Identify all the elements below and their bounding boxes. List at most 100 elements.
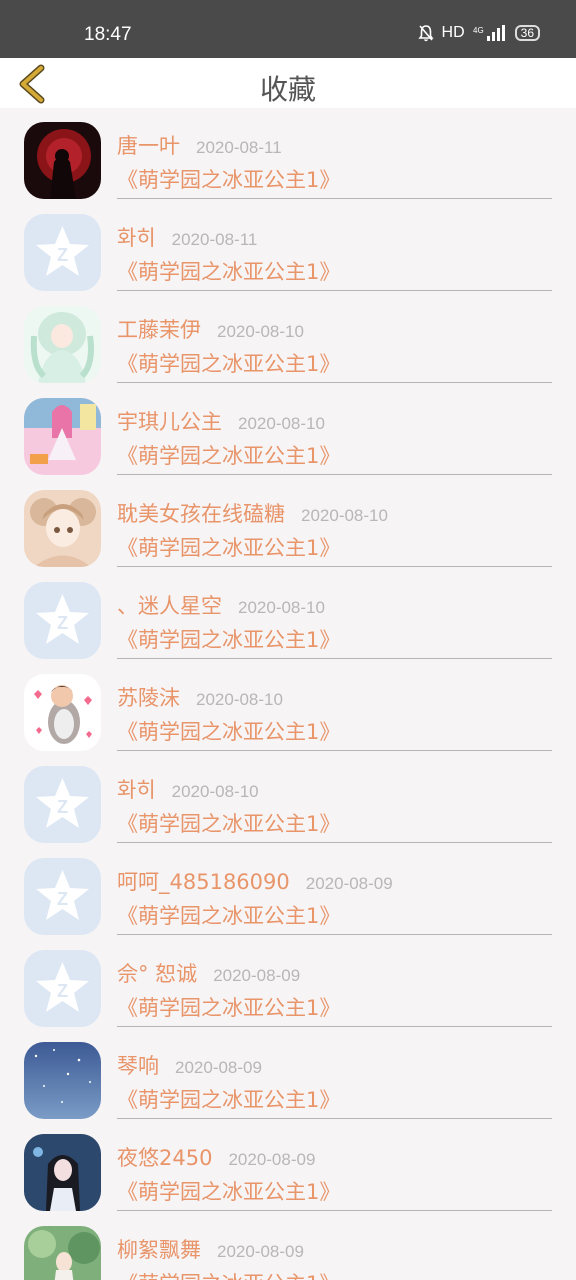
user-name[interactable]: 苏陵沫 <box>117 682 180 712</box>
user-name[interactable]: 琴响 <box>117 1050 159 1080</box>
divider <box>117 750 552 751</box>
item-meta: 화히 2020-08-10 <box>117 774 259 804</box>
list-item-11[interactable]: 夜悠2450 2020-08-09 《萌学园之冰亚公主1》 <box>0 1120 576 1212</box>
work-title[interactable]: 《萌学园之冰亚公主1》 <box>117 440 340 470</box>
user-name[interactable]: 唐一叶 <box>117 130 180 160</box>
list-item-5[interactable]: Z 、迷人星空 2020-08-10 《萌学园之冰亚公主1》 <box>0 568 576 660</box>
item-meta: 耽美女孩在线磕糖 2020-08-10 <box>117 498 388 528</box>
item-meta: 夜悠2450 2020-08-09 <box>117 1142 315 1172</box>
svg-text:Z: Z <box>57 797 68 817</box>
item-meta: 唐一叶 2020-08-11 <box>117 130 282 160</box>
dark-anime-girl-avatar[interactable] <box>24 1134 101 1211</box>
list-item-4[interactable]: 耽美女孩在线磕糖 2020-08-10 《萌学园之冰亚公主1》 <box>0 476 576 568</box>
user-name[interactable]: 宇琪儿公主 <box>117 406 222 436</box>
peach-anime-girl-avatar[interactable] <box>24 490 101 567</box>
user-name[interactable]: 柳絮飘舞 <box>117 1234 201 1264</box>
user-name[interactable]: 呵呵_485186090 <box>117 866 290 896</box>
app-header: 收藏 <box>0 58 576 108</box>
user-name[interactable]: 工藤茉伊 <box>117 314 201 344</box>
item-meta: 화히 2020-08-11 <box>117 222 257 252</box>
default-qq-star-avatar[interactable]: Z <box>24 766 101 843</box>
status-bar: 18:47 HD 4G 36 <box>0 0 576 58</box>
hd-indicator: HD <box>441 24 465 41</box>
svg-text:Z: Z <box>57 245 68 265</box>
divider <box>117 1210 552 1211</box>
work-title[interactable]: 《萌学园之冰亚公主1》 <box>117 992 340 1022</box>
green-garden-girl-avatar[interactable] <box>24 1226 101 1280</box>
work-title[interactable]: 《萌学园之冰亚公主1》 <box>117 1084 340 1114</box>
user-name[interactable]: 화히 <box>117 774 156 804</box>
divider <box>117 198 552 199</box>
item-meta: 佘° 恕诚 2020-08-09 <box>117 958 300 988</box>
item-meta: 、迷人星空 2020-08-10 <box>117 590 325 620</box>
item-date: 2020-08-11 <box>171 230 258 249</box>
work-title[interactable]: 《萌学园之冰亚公主1》 <box>117 900 340 930</box>
battery-icon: 36 <box>514 25 540 41</box>
divider <box>117 382 552 383</box>
item-date: 2020-08-09 <box>228 1150 316 1169</box>
page-title: 收藏 <box>259 73 316 106</box>
svg-text:Z: Z <box>57 889 68 909</box>
list-item-7[interactable]: Z 화히 2020-08-10 《萌学园之冰亚公主1》 <box>0 752 576 844</box>
bell-muted-icon <box>417 24 434 42</box>
default-qq-star-avatar[interactable]: Z <box>24 950 101 1027</box>
item-date: 2020-08-09 <box>217 1242 304 1261</box>
list-item-3[interactable]: 宇琪儿公主 2020-08-10 《萌学园之冰亚公主1》 <box>0 384 576 476</box>
work-title[interactable]: 《萌学园之冰亚公主1》 <box>117 1268 340 1280</box>
divider <box>117 1026 552 1027</box>
user-name[interactable]: 耽美女孩在线磕糖 <box>117 498 285 528</box>
item-date: 2020-08-11 <box>196 138 282 157</box>
favorites-list: 唐一叶 2020-08-11 《萌学园之冰亚公主1》 Z 화히 2020-08-… <box>0 108 576 1280</box>
svg-text:Z: Z <box>57 613 68 633</box>
user-name[interactable]: 夜悠2450 <box>117 1142 212 1172</box>
default-qq-star-avatar[interactable]: Z <box>24 582 101 659</box>
divider <box>117 566 552 567</box>
item-date: 2020-08-09 <box>213 966 301 985</box>
list-item-10[interactable]: 琴响 2020-08-09 《萌学园之冰亚公主1》 <box>0 1028 576 1120</box>
blue-starry-sky-avatar[interactable] <box>24 1042 101 1119</box>
work-title[interactable]: 《萌学园之冰亚公主1》 <box>117 256 340 286</box>
default-qq-star-avatar[interactable]: Z <box>24 858 101 935</box>
work-title[interactable]: 《萌学园之冰亚公主1》 <box>117 348 340 378</box>
list-item-0[interactable]: 唐一叶 2020-08-11 《萌学园之冰亚公主1》 <box>0 108 576 200</box>
item-meta: 工藤茉伊 2020-08-10 <box>117 314 304 344</box>
pink-room-doll-avatar[interactable] <box>24 398 101 475</box>
svg-text:4G: 4G <box>473 26 484 35</box>
work-title[interactable]: 《萌学园之冰亚公主1》 <box>117 164 340 194</box>
divider <box>117 474 552 475</box>
work-title[interactable]: 《萌学园之冰亚公主1》 <box>117 716 340 746</box>
divider <box>117 934 552 935</box>
user-name[interactable]: 화히 <box>117 222 156 252</box>
divider <box>117 842 552 843</box>
work-title[interactable]: 《萌学园之冰亚公主1》 <box>117 1176 340 1206</box>
divider <box>117 658 552 659</box>
list-item-6[interactable]: 苏陵沫 2020-08-10 《萌学园之冰亚公主1》 <box>0 660 576 752</box>
list-item-12[interactable]: 柳絮飘舞 2020-08-09 《萌学园之冰亚公主1》 <box>0 1212 576 1280</box>
user-name[interactable]: 、迷人星空 <box>117 590 222 620</box>
list-item-9[interactable]: Z 佘° 恕诚 2020-08-09 《萌学园之冰亚公主1》 <box>0 936 576 1028</box>
dark-red-moon-avatar[interactable] <box>24 122 101 199</box>
item-meta: 宇琪儿公主 2020-08-10 <box>117 406 325 436</box>
status-time: 18:47 <box>84 24 132 45</box>
user-name[interactable]: 佘° 恕诚 <box>117 958 197 988</box>
item-date: 2020-08-10 <box>217 322 304 341</box>
work-title[interactable]: 《萌学园之冰亚公主1》 <box>117 624 340 654</box>
list-item-8[interactable]: Z 呵呵_485186090 2020-08-09 《萌学园之冰亚公主1》 <box>0 844 576 936</box>
item-date: 2020-08-10 <box>238 414 325 433</box>
signal-icon: 4G <box>473 24 507 42</box>
default-qq-star-avatar[interactable]: Z <box>24 214 101 291</box>
divider <box>117 1118 552 1119</box>
item-meta: 呵呵_485186090 2020-08-09 <box>117 866 393 896</box>
divider <box>117 290 552 291</box>
work-title[interactable]: 《萌学园之冰亚公主1》 <box>117 808 340 838</box>
item-meta: 苏陵沫 2020-08-10 <box>117 682 283 712</box>
mint-anime-girl-avatar[interactable] <box>24 306 101 383</box>
item-date: 2020-08-10 <box>301 506 388 525</box>
work-title[interactable]: 《萌学园之冰亚公主1》 <box>117 532 340 562</box>
penguin-baby-avatar[interactable] <box>24 674 101 751</box>
svg-text:Z: Z <box>57 981 68 1001</box>
list-item-1[interactable]: Z 화히 2020-08-11 《萌学园之冰亚公主1》 <box>0 200 576 292</box>
list-item-2[interactable]: 工藤茉伊 2020-08-10 《萌学园之冰亚公主1》 <box>0 292 576 384</box>
status-icons: HD 4G 36 <box>417 24 540 42</box>
item-meta: 柳絮飘舞 2020-08-09 <box>117 1234 304 1264</box>
